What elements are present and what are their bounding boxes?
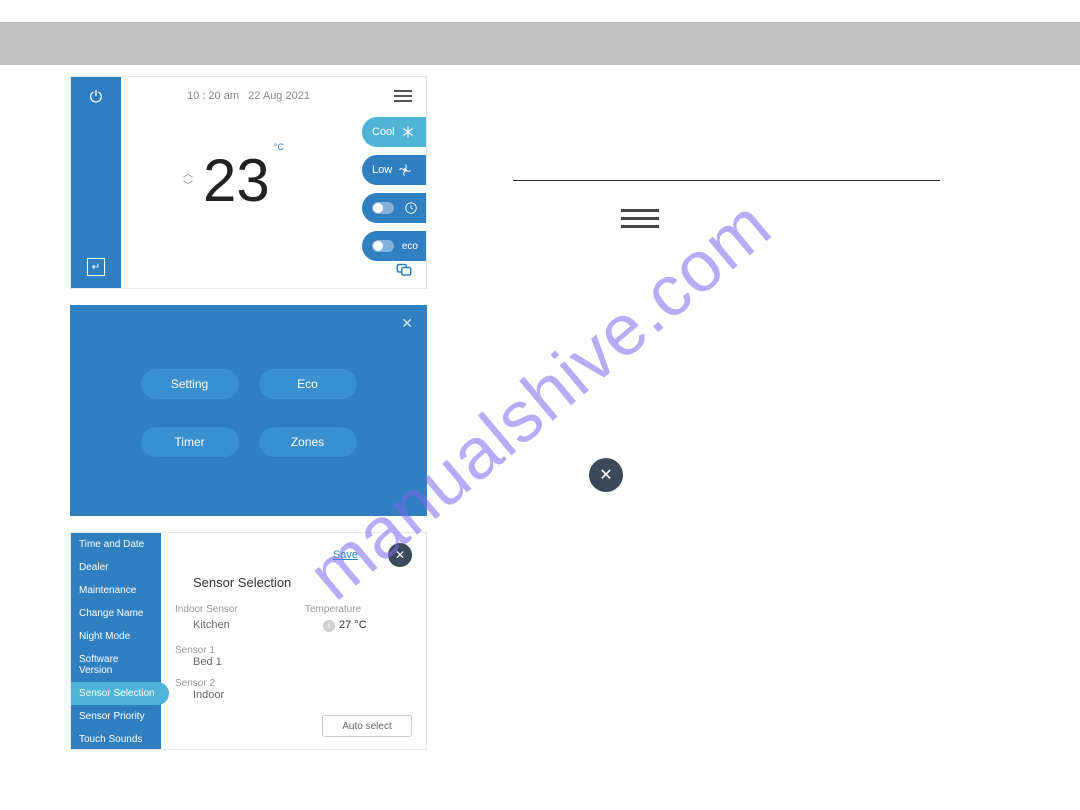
timer-button[interactable]: Timer: [141, 427, 239, 457]
sensor2-label: Sensor 2: [175, 678, 305, 689]
chevron-down-icon[interactable]: ﹀: [183, 181, 193, 193]
temperature-label: Temperature: [305, 604, 361, 615]
temperature-value: 23: [203, 151, 270, 211]
sidebar-item-time-date[interactable]: Time and Date: [71, 533, 161, 556]
indoor-sensor-label: Indoor Sensor: [175, 604, 305, 615]
sidebar-item-night-mode[interactable]: Night Mode: [71, 625, 161, 648]
power-icon[interactable]: ⏻: [90, 89, 103, 107]
top-gray-bar: [0, 22, 1080, 65]
instruction-column: ✕: [513, 180, 940, 492]
sidebar-item-maintenance[interactable]: Maintenance: [71, 579, 161, 602]
settings-sidebar: Time and Date Dealer Maintenance Change …: [71, 533, 161, 749]
link-icon[interactable]: [394, 260, 414, 278]
chevron-up-icon[interactable]: ︿: [183, 169, 193, 181]
temp-stepper[interactable]: ︿ ﹀: [183, 169, 193, 193]
close-button[interactable]: ✕: [388, 543, 412, 567]
toggle-switch[interactable]: [372, 240, 394, 252]
indoor-sensor-value[interactable]: Kitchen: [193, 619, 305, 631]
screen-title: Sensor Selection: [193, 575, 412, 590]
close-icon: ✕: [589, 458, 623, 492]
auto-select-button[interactable]: Auto select: [322, 715, 412, 737]
clock-icon: [404, 201, 418, 215]
sidebar-item-change-name[interactable]: Change Name: [71, 602, 161, 625]
menu-icon[interactable]: [394, 87, 412, 105]
eco-toggle-pill[interactable]: eco: [362, 231, 426, 261]
eco-button[interactable]: Eco: [259, 369, 357, 399]
zones-button[interactable]: Zones: [259, 427, 357, 457]
sensor2-value[interactable]: Indoor: [193, 689, 412, 701]
divider: [513, 180, 940, 181]
mode-cool-pill[interactable]: Cool: [362, 117, 426, 147]
thermostat-home-screen: ⏻ ↵ 10 : 20 am 22 Aug 2021 ︿ ﹀ 23 °C: [70, 76, 427, 289]
sidebar-item-software-version[interactable]: Software Version: [71, 648, 161, 682]
temperature-unit: °C: [274, 142, 284, 152]
save-link[interactable]: Save: [333, 549, 358, 561]
sensor1-label: Sensor 1: [175, 645, 305, 656]
sensor1-value[interactable]: Bed 1: [193, 656, 412, 668]
toggle-switch[interactable]: [372, 202, 394, 214]
sidebar-item-sensor-priority[interactable]: Sensor Priority: [71, 705, 161, 728]
indoor-temp-value: i27 °C: [323, 619, 367, 641]
fan-low-pill[interactable]: Low: [362, 155, 426, 185]
fan-icon: [398, 163, 412, 177]
hamburger-icon: [621, 209, 940, 228]
snowflake-icon: [401, 125, 415, 139]
sidebar-item-sensor-selection[interactable]: Sensor Selection: [71, 682, 169, 705]
clock-time: 10 : 20 am 22 Aug 2021: [187, 90, 310, 102]
sidebar-item-dealer[interactable]: Dealer: [71, 556, 161, 579]
setting-button[interactable]: Setting: [141, 369, 239, 399]
home-sidebar: ⏻ ↵: [71, 77, 121, 288]
close-icon[interactable]: ✕: [401, 315, 413, 332]
zone-icon[interactable]: ↵: [87, 258, 105, 276]
timer-toggle-pill[interactable]: [362, 193, 426, 223]
info-icon: i: [323, 620, 335, 632]
menu-overlay-screen: ✕ Setting Eco Timer Zones: [70, 305, 427, 516]
sidebar-item-touch-sounds[interactable]: Touch Sounds: [71, 728, 161, 751]
sensor-selection-screen: Time and Date Dealer Maintenance Change …: [70, 532, 427, 750]
